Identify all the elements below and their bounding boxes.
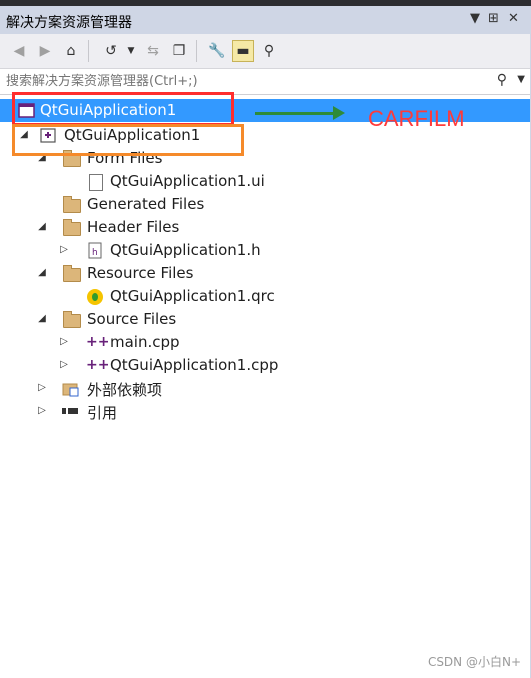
tree-row-external-deps[interactable]: ▷ 外部依赖项	[0, 377, 531, 400]
tree-item-label: 外部依赖项	[87, 381, 163, 399]
toolbar: ◀ ▶ ⌂ ↺ ▼ ⇆ ❐ 🔧 ▬ ⚲	[0, 34, 531, 69]
diagram-icon[interactable]: ⚲	[258, 40, 280, 62]
solution-tree: QtGuiApplication1 ◢ QtGuiApplication1 ◢ …	[0, 95, 531, 678]
folder-icon	[62, 196, 81, 213]
tree-row-header-files[interactable]: ◢ Header Files	[0, 216, 531, 239]
toolbar-separator	[196, 40, 197, 62]
window-position-icon[interactable]: ▼	[470, 11, 480, 26]
close-icon[interactable]: ✕	[508, 11, 519, 26]
collapse-icon[interactable]: ❐	[168, 40, 190, 62]
annotation-arrowhead	[333, 106, 345, 120]
tree-row-ui-file[interactable]: QtGuiApplication1.ui	[0, 170, 531, 193]
search-input[interactable]	[0, 69, 486, 93]
chevron-down-icon[interactable]: ▼	[120, 40, 142, 62]
collapsed-icon[interactable]: ▷	[36, 405, 48, 417]
external-dependencies-icon	[62, 380, 80, 397]
cpp-file-icon: ++	[86, 334, 110, 350]
pin-icon[interactable]: ⊞	[488, 11, 499, 26]
collapsed-icon[interactable]: ▷	[58, 359, 70, 371]
search-options-chevron-icon[interactable]: ▼	[517, 74, 525, 85]
tree-row-source-files[interactable]: ◢ Source Files	[0, 308, 531, 331]
cpp-file-icon: ++	[86, 357, 110, 373]
expanded-icon[interactable]: ◢	[36, 267, 48, 279]
annotation-text: CARFILM	[368, 106, 465, 131]
collapsed-icon[interactable]: ▷	[58, 336, 70, 348]
sync-icon[interactable]: ⇆	[142, 40, 164, 62]
folder-icon	[62, 311, 81, 328]
toolbar-separator	[88, 40, 89, 62]
tree-row-main-cpp[interactable]: ▷ ++ main.cpp	[0, 331, 531, 354]
tree-row-app-cpp[interactable]: ▷ ++ QtGuiApplication1.cpp	[0, 354, 531, 377]
folder-icon	[62, 265, 81, 282]
tree-item-label: Header Files	[87, 218, 180, 236]
collapsed-icon[interactable]: ▷	[58, 244, 70, 256]
search-icon[interactable]: ⚲	[497, 72, 507, 88]
tree-row-resource-files[interactable]: ◢ Resource Files	[0, 262, 531, 285]
ui-file-icon	[86, 173, 104, 191]
window-title: 解决方案资源管理器	[6, 15, 132, 31]
tree-item-label: QtGuiApplication1.h	[110, 241, 261, 259]
title-bar: 解决方案资源管理器 ▼ ⊞ ✕	[0, 6, 531, 34]
annotation-arrow	[255, 112, 335, 115]
tree-row-header-file[interactable]: ▷ h QtGuiApplication1.h	[0, 239, 531, 262]
orange-highlight-box	[12, 124, 244, 156]
tree-row-generated-files[interactable]: Generated Files	[0, 193, 531, 216]
qrc-file-icon	[86, 288, 104, 305]
expanded-icon[interactable]: ◢	[36, 221, 48, 233]
folder-icon	[62, 219, 81, 236]
history-icon[interactable]: ↺	[100, 40, 122, 62]
svg-text:h: h	[92, 248, 98, 258]
properties-icon[interactable]: 🔧	[206, 40, 228, 62]
forward-icon[interactable]: ▶	[34, 40, 56, 62]
back-icon[interactable]: ◀	[8, 40, 30, 62]
tree-item-label: QtGuiApplication1.qrc	[110, 287, 275, 305]
tree-item-label: QtGuiApplication1.ui	[110, 172, 265, 190]
pending-icon[interactable]: ▬	[232, 40, 254, 62]
tree-item-label: Generated Files	[87, 195, 205, 213]
tree-item-label: main.cpp	[110, 333, 180, 351]
references-icon	[62, 403, 80, 420]
watermark: CSDN @小白N+	[427, 655, 521, 669]
tree-row-qrc-file[interactable]: QtGuiApplication1.qrc	[0, 285, 531, 308]
expanded-icon[interactable]: ◢	[36, 313, 48, 325]
tree-item-label: QtGuiApplication1.cpp	[110, 356, 279, 374]
collapsed-icon[interactable]: ▷	[36, 382, 48, 394]
tree-item-label: Resource Files	[87, 264, 194, 282]
tree-item-label: 引用	[87, 404, 118, 422]
tree-item-label: Source Files	[87, 310, 177, 328]
red-highlight-box	[12, 92, 234, 126]
tree-row-references[interactable]: ▷ 引用	[0, 400, 531, 423]
header-file-icon: h	[86, 242, 104, 259]
home-icon[interactable]: ⌂	[60, 40, 82, 62]
